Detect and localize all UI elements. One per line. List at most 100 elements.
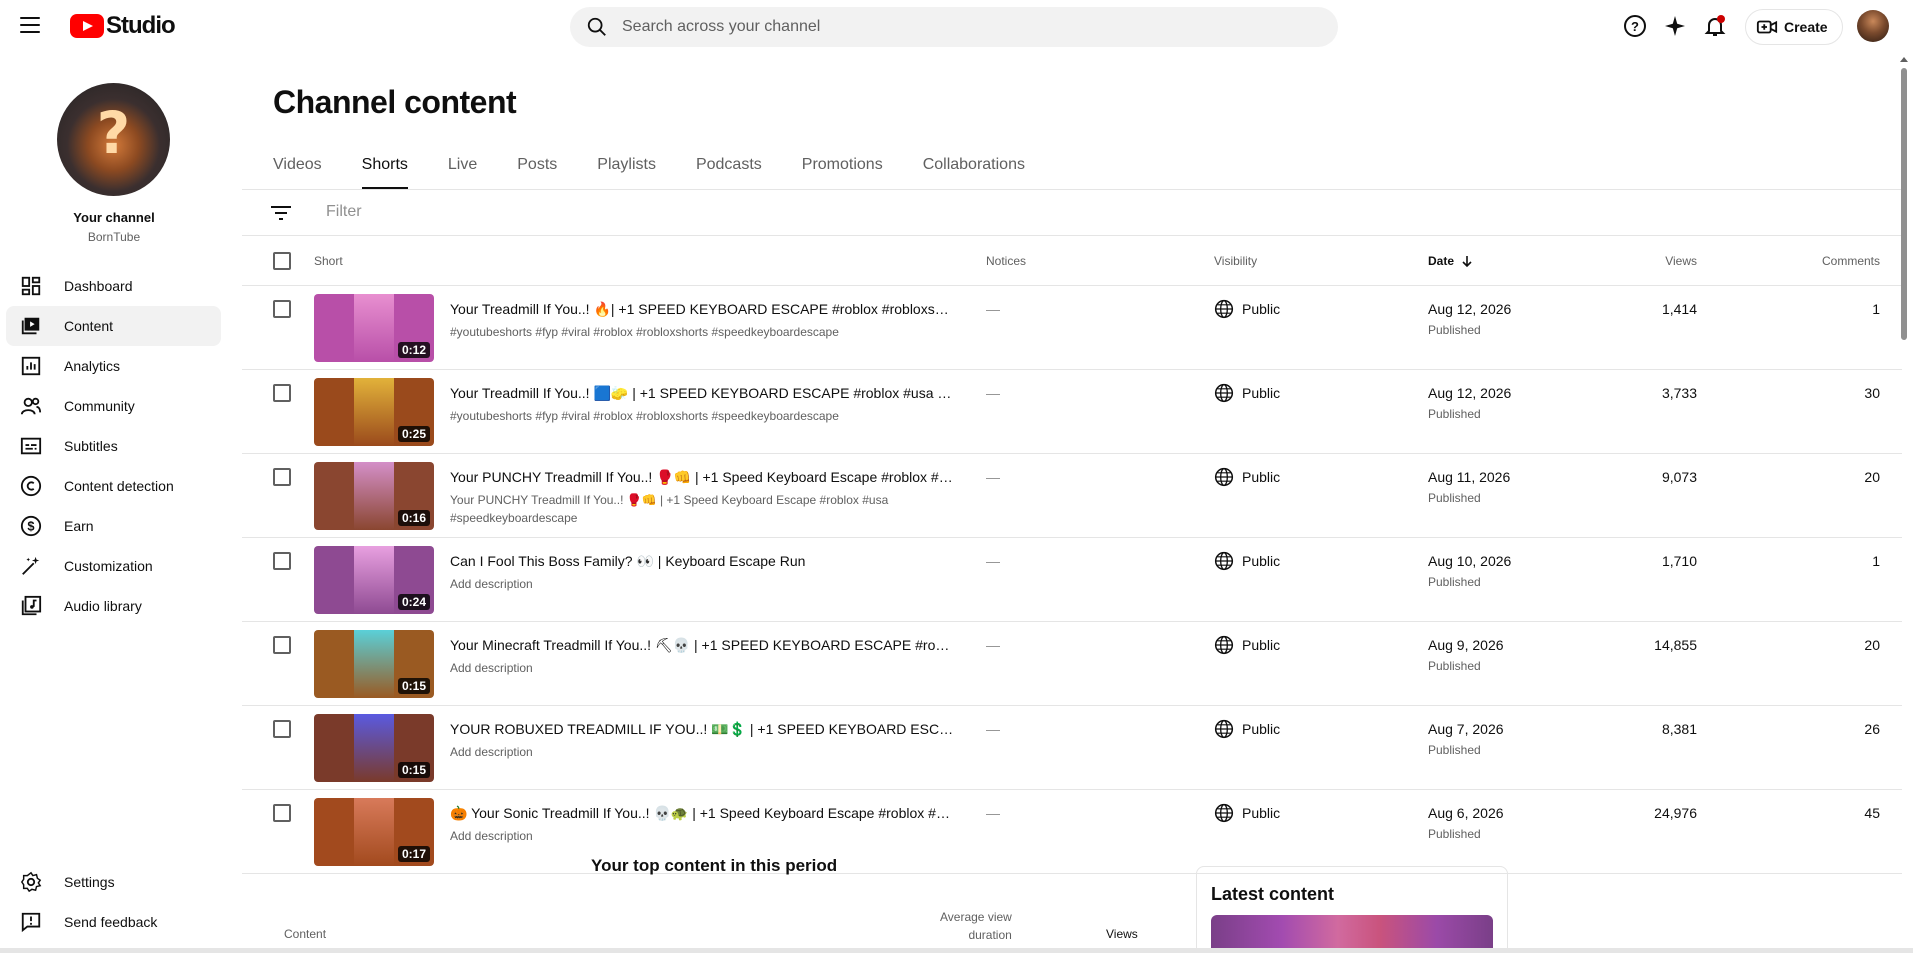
visibility-dropdown[interactable]: Public <box>1214 635 1280 655</box>
sidebar-label: Dashboard <box>64 278 133 294</box>
row-checkbox[interactable] <box>273 804 291 825</box>
globe-icon <box>1214 383 1234 403</box>
sidebar-item-analytics[interactable]: Analytics <box>6 346 221 386</box>
visibility-dropdown[interactable]: Public <box>1214 803 1280 823</box>
short-thumbnail[interactable]: 0:12 <box>314 294 434 362</box>
short-thumbnail[interactable]: 0:16 <box>314 462 434 530</box>
search-input[interactable] <box>622 18 1222 36</box>
short-title[interactable]: 🎃 Your Sonic Treadmill If You..! 💀🐢 | +1… <box>450 805 955 822</box>
table-row[interactable]: 0:17 🎃 Your Sonic Treadmill If You..! 💀🐢 … <box>242 790 1902 874</box>
tab-shorts[interactable]: Shorts <box>361 150 409 190</box>
row-checkbox[interactable] <box>273 552 291 573</box>
create-label: Create <box>1784 19 1828 35</box>
table-row[interactable]: 0:15 Your Minecraft Treadmill If You..! ⛏… <box>242 622 1902 706</box>
comments-value[interactable]: 30 <box>1864 385 1880 401</box>
col-views[interactable]: Views <box>1665 254 1697 268</box>
top-header: Studio ? Create <box>0 0 1913 52</box>
table-header: Short Notices Visibility Date Views Comm… <box>242 236 1902 286</box>
table-row[interactable]: 0:16 Your PUNCHY Treadmill If You..! 🥊👊 |… <box>242 454 1902 538</box>
short-description[interactable]: Add description <box>450 743 955 761</box>
row-checkbox[interactable] <box>273 384 291 405</box>
filter-icon[interactable] <box>270 204 292 222</box>
sidebar-item-content-detection[interactable]: Content detection <box>6 466 221 506</box>
col-comments[interactable]: Comments <box>1822 254 1880 268</box>
short-description[interactable]: Add description <box>450 827 955 845</box>
sidebar-item-community[interactable]: Community <box>6 386 221 426</box>
short-thumbnail[interactable]: 0:25 <box>314 378 434 446</box>
tab-videos[interactable]: Videos <box>273 150 322 190</box>
sidebar-item-earn[interactable]: $ Earn <box>6 506 221 546</box>
short-description[interactable]: Add description <box>450 575 955 593</box>
sidebar-item-content[interactable]: Content <box>6 306 221 346</box>
table-row[interactable]: 0:12 Your Treadmill If You..! 🔥| +1 SPEED… <box>242 286 1902 370</box>
visibility-dropdown[interactable]: Public <box>1214 719 1280 739</box>
row-checkbox[interactable] <box>273 636 291 657</box>
channel-avatar[interactable]: ? <box>57 83 170 196</box>
short-thumbnail[interactable]: 0:15 <box>314 630 434 698</box>
sidebar-item-send-feedback[interactable]: Send feedback <box>6 902 221 942</box>
bottom-divider <box>0 948 1913 953</box>
table-row[interactable]: 0:15 YOUR ROBUXED TREADMILL IF YOU..! 💵💲 … <box>242 706 1902 790</box>
short-title[interactable]: Your Minecraft Treadmill If You..! ⛏💀 | … <box>450 637 955 654</box>
visibility-dropdown[interactable]: Public <box>1214 299 1280 319</box>
visibility-dropdown[interactable]: Public <box>1214 467 1280 487</box>
table-row[interactable]: 0:25 Your Treadmill If You..! 🟦🧽 | +1 SPE… <box>242 370 1902 454</box>
short-description[interactable]: Add description <box>450 659 955 677</box>
menu-icon[interactable] <box>20 17 40 35</box>
short-thumbnail[interactable]: 0:15 <box>314 714 434 782</box>
tab-posts[interactable]: Posts <box>517 150 557 190</box>
studio-logo[interactable]: Studio <box>70 12 176 40</box>
tab-live[interactable]: Live <box>448 150 477 190</box>
visibility-dropdown[interactable]: Public <box>1214 551 1280 571</box>
comments-value[interactable]: 45 <box>1864 805 1880 821</box>
table-row[interactable]: 0:24 Can I Fool This Boss Family? 👀 | Key… <box>242 538 1902 622</box>
sparkle-icon[interactable] <box>1663 14 1687 38</box>
row-checkbox[interactable] <box>273 720 291 741</box>
sidebar-item-settings[interactable]: Settings <box>6 862 221 902</box>
comments-value[interactable]: 1 <box>1872 301 1880 317</box>
comments-value[interactable]: 20 <box>1864 637 1880 653</box>
help-icon[interactable]: ? <box>1623 14 1647 38</box>
tab-podcasts[interactable]: Podcasts <box>696 150 762 190</box>
sidebar-label: Earn <box>64 518 94 534</box>
filter-input[interactable] <box>326 203 726 221</box>
search-bar[interactable] <box>570 7 1338 47</box>
date-value: Aug 12, 2026 <box>1428 385 1512 401</box>
sidebar-item-subtitles[interactable]: Subtitles <box>6 426 221 466</box>
sidebar-item-dashboard[interactable]: Dashboard <box>6 266 221 306</box>
short-thumbnail[interactable]: 0:24 <box>314 546 434 614</box>
scrollbar-thumb[interactable] <box>1901 68 1907 340</box>
row-checkbox[interactable] <box>273 468 291 489</box>
short-title[interactable]: Your PUNCHY Treadmill If You..! 🥊👊 | +1 … <box>450 469 955 486</box>
views-value: 9,073 <box>1661 469 1697 485</box>
tab-collaborations[interactable]: Collaborations <box>923 150 1025 190</box>
account-avatar[interactable] <box>1857 10 1889 42</box>
create-button[interactable]: Create <box>1745 9 1843 45</box>
col-visibility: Visibility <box>1214 254 1258 268</box>
subtitles-icon <box>20 437 42 455</box>
short-title[interactable]: YOUR ROBUXED TREADMILL IF YOU..! 💵💲 | +1… <box>450 721 955 738</box>
latest-content-card[interactable]: Latest content <box>1196 866 1508 953</box>
sidebar-item-customization[interactable]: Customization <box>6 546 221 586</box>
short-thumbnail[interactable]: 0:17 <box>314 798 434 866</box>
col-date-sort[interactable]: Date <box>1428 254 1474 268</box>
tab-promotions[interactable]: Promotions <box>802 150 883 190</box>
row-checkbox[interactable] <box>273 300 291 321</box>
visibility-label: Public <box>1242 469 1281 485</box>
select-all-checkbox[interactable] <box>273 252 291 273</box>
tab-playlists[interactable]: Playlists <box>597 150 656 190</box>
short-title[interactable]: Can I Fool This Boss Family? 👀 | Keyboar… <box>450 553 955 570</box>
notifications-icon[interactable] <box>1703 14 1727 38</box>
comments-value[interactable]: 20 <box>1864 469 1880 485</box>
visibility-dropdown[interactable]: Public <box>1214 383 1280 403</box>
latest-content-title: Latest content <box>1211 884 1335 904</box>
thumbnail-image <box>354 798 394 866</box>
short-title[interactable]: Your Treadmill If You..! 🔥| +1 SPEED KEY… <box>450 301 955 318</box>
sidebar-item-audio-library[interactable]: Audio library <box>6 586 221 626</box>
comments-value[interactable]: 26 <box>1864 721 1880 737</box>
comments-value[interactable]: 1 <box>1872 553 1880 569</box>
notice-value: — <box>986 553 1000 569</box>
top-content-title: Your top content in this period <box>591 856 838 875</box>
short-title[interactable]: Your Treadmill If You..! 🟦🧽 | +1 SPEED K… <box>450 385 955 402</box>
scroll-up-arrow[interactable] <box>1900 57 1908 62</box>
